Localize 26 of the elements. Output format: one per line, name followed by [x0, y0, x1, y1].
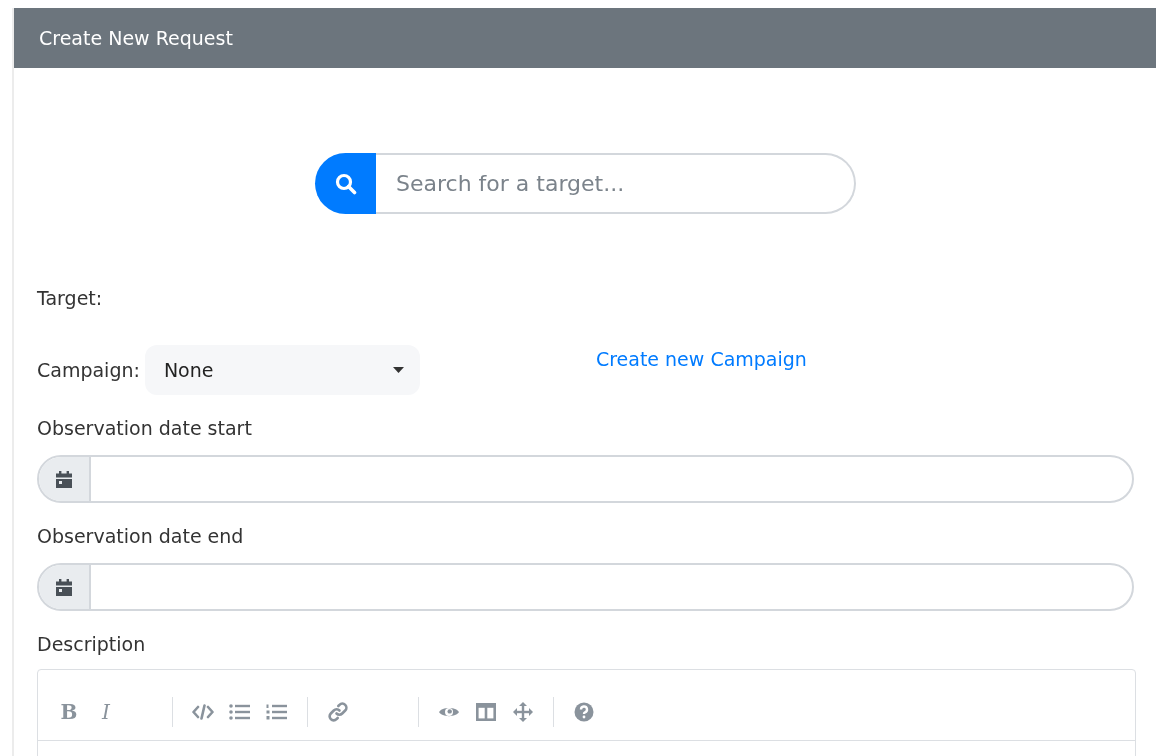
search-icon — [334, 172, 357, 195]
field-label: Observation date start — [37, 416, 253, 440]
columns-icon — [476, 703, 496, 721]
link-icon — [328, 702, 348, 722]
bold-button[interactable]: B — [54, 697, 84, 727]
calendar-icon — [56, 578, 72, 596]
campaign-label: Campaign: — [37, 358, 140, 383]
italic-button[interactable]: I — [91, 697, 121, 727]
calendar-icon — [56, 470, 72, 488]
help-icon — [574, 702, 594, 722]
create-campaign-link[interactable]: Create new Campaign — [595, 345, 807, 373]
markdown-editor[interactable]: B I — [37, 669, 1136, 756]
numbered-list-icon — [266, 704, 288, 720]
search-button[interactable] — [315, 153, 376, 214]
target-label: Target: — [37, 286, 104, 310]
description-label: Description — [37, 632, 147, 656]
campaign-select[interactable]: None — [144, 345, 420, 395]
search-field[interactable]: Search for a target... — [376, 153, 856, 214]
panel-title: Create New Request — [39, 27, 233, 49]
move-arrows-icon — [513, 702, 533, 722]
bullet-list-icon — [229, 704, 251, 720]
date-field[interactable] — [37, 563, 1134, 611]
caret-icon — [392, 367, 404, 373]
field-label: Observation date end — [37, 524, 245, 548]
code-icon — [192, 704, 214, 720]
date-field[interactable] — [37, 455, 1134, 503]
